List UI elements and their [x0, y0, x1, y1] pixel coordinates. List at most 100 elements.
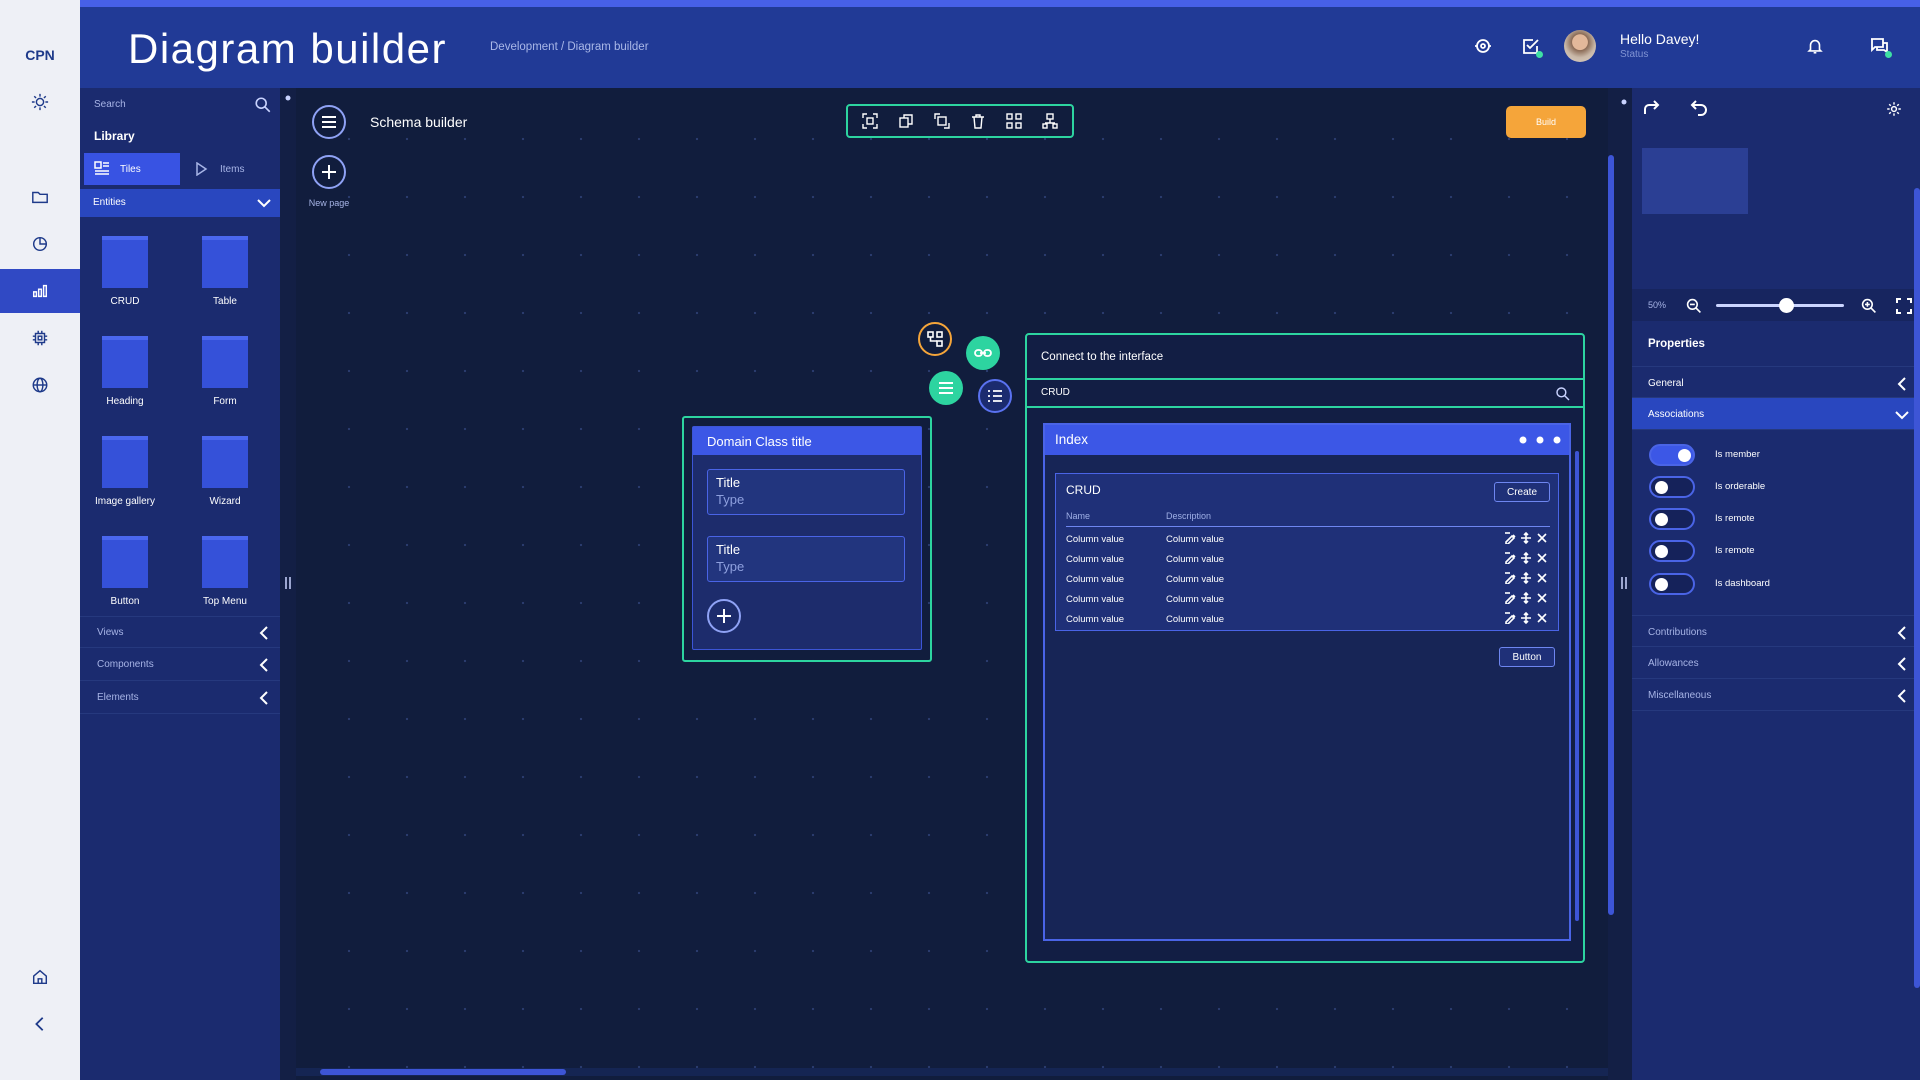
messages-button[interactable] [1866, 33, 1892, 59]
copy-icon[interactable] [898, 113, 914, 129]
table-row[interactable]: Column value Column value [1066, 610, 1550, 630]
build-button[interactable]: Build [1506, 106, 1586, 138]
canvas-vertical-scrollbar[interactable] [1608, 155, 1614, 915]
close-icon[interactable] [1536, 552, 1548, 564]
section-general[interactable]: General [1632, 366, 1920, 398]
edit-icon[interactable] [1504, 612, 1516, 624]
node-link-button[interactable] [966, 336, 1000, 370]
page-menu-button[interactable] [312, 105, 346, 139]
undo-icon[interactable] [1690, 100, 1708, 116]
section-associations[interactable]: Associations [1632, 398, 1920, 430]
delete-icon[interactable] [970, 113, 986, 129]
panel-scrollbar[interactable] [1575, 451, 1579, 921]
edit-icon[interactable] [1504, 552, 1516, 564]
hierarchy-icon[interactable] [1042, 113, 1058, 129]
table-row[interactable]: Column value Column value [1066, 550, 1550, 570]
move-icon[interactable] [1520, 612, 1532, 624]
accordion-elements[interactable]: Elements [80, 682, 280, 714]
search-icon[interactable] [1555, 386, 1571, 402]
node-list-button[interactable] [978, 379, 1012, 413]
canvas-horizontal-scrollbar[interactable] [320, 1069, 566, 1075]
nav-web[interactable] [0, 363, 80, 407]
node-connect-button[interactable] [918, 322, 952, 356]
toggle-switch[interactable] [1649, 573, 1695, 595]
index-view[interactable]: Index CRUD Create Name Description Colum… [1043, 423, 1571, 941]
tile-heading[interactable]: Heading [101, 336, 149, 407]
toggle-switch[interactable] [1649, 508, 1695, 530]
tile-button[interactable]: Button [101, 536, 149, 607]
more-options-icon[interactable] [1519, 436, 1561, 444]
nav-folders[interactable] [0, 175, 80, 219]
nav-reports[interactable] [0, 222, 80, 266]
close-icon[interactable] [1536, 532, 1548, 544]
zoom-out-icon[interactable] [1686, 298, 1702, 314]
group-icon[interactable] [862, 113, 878, 129]
notifications-button[interactable] [1802, 33, 1828, 59]
section-miscellaneous[interactable]: Miscellaneous [1632, 679, 1920, 711]
connect-icon[interactable] [1006, 113, 1022, 129]
move-icon[interactable] [1520, 572, 1532, 584]
tab-items[interactable]: Items [180, 153, 276, 185]
edit-icon[interactable] [1504, 592, 1516, 604]
tile-image-gallery[interactable]: Image gallery [95, 436, 155, 507]
fullscreen-icon[interactable] [1896, 298, 1912, 314]
domain-class-node[interactable]: Domain Class title Title Type Title Type [682, 416, 932, 662]
zoom-in-icon[interactable] [1861, 298, 1877, 314]
connect-search-input[interactable]: CRUD [1027, 378, 1583, 408]
table-row[interactable]: Column value Column value [1066, 590, 1550, 610]
zoom-slider-knob[interactable] [1779, 298, 1795, 313]
collapse-rail-button[interactable] [0, 1002, 80, 1046]
tasks-button[interactable] [1518, 33, 1544, 59]
create-button[interactable]: Create [1494, 482, 1550, 502]
nav-home[interactable] [0, 955, 80, 999]
table-row[interactable]: Column value Column value [1066, 570, 1550, 590]
ungroup-icon[interactable] [934, 113, 950, 129]
accordion-components[interactable]: Components [80, 649, 280, 681]
edit-icon[interactable] [1504, 532, 1516, 544]
edit-icon[interactable] [1504, 572, 1516, 584]
properties-scrollbar[interactable] [1914, 188, 1920, 988]
new-page-button[interactable] [312, 155, 346, 189]
add-field-button[interactable] [707, 599, 741, 633]
diagram-canvas[interactable]: Schema builder New page Build Domain Cla… [296, 88, 1614, 1080]
breadcrumb[interactable]: Development / Diagram builder [490, 41, 649, 53]
node-menu-button[interactable] [929, 371, 963, 405]
pin-icon[interactable] [284, 94, 292, 102]
user-status[interactable]: Status [1620, 49, 1648, 60]
toggle-switch[interactable] [1649, 476, 1695, 498]
close-icon[interactable] [1536, 612, 1548, 624]
search-icon[interactable] [254, 96, 272, 114]
nav-components[interactable] [0, 316, 80, 360]
move-icon[interactable] [1520, 552, 1532, 564]
gear-icon[interactable] [1886, 101, 1902, 117]
minimap-preview[interactable] [1642, 148, 1748, 214]
library-search-input[interactable]: Search [94, 99, 126, 110]
table-row[interactable]: Column value Column value [1066, 530, 1550, 550]
move-icon[interactable] [1520, 592, 1532, 604]
tab-tiles[interactable]: Tiles [84, 153, 180, 185]
tile-table[interactable]: Table [201, 236, 249, 307]
redo-icon[interactable] [1642, 100, 1660, 116]
domain-class-title[interactable]: Domain Class title [693, 427, 921, 455]
pin-icon[interactable] [1620, 98, 1628, 106]
close-icon[interactable] [1536, 592, 1548, 604]
toggle-switch[interactable] [1649, 540, 1695, 562]
entities-section-header[interactable]: Entities [80, 189, 280, 217]
close-icon[interactable] [1536, 572, 1548, 584]
target-button[interactable] [1470, 33, 1496, 59]
drag-handle-icon[interactable] [1619, 576, 1629, 590]
nav-analytics[interactable] [0, 269, 80, 313]
tile-wizard[interactable]: Wizard [201, 436, 249, 507]
left-splitter[interactable] [280, 88, 296, 1080]
theme-toggle-button[interactable] [0, 80, 80, 124]
tile-form[interactable]: Form [201, 336, 249, 407]
accordion-views[interactable]: Views [80, 616, 280, 648]
drag-handle-icon[interactable] [283, 576, 293, 590]
domain-field[interactable]: Title Type [707, 536, 905, 582]
move-icon[interactable] [1520, 532, 1532, 544]
toggle-switch[interactable] [1649, 444, 1695, 466]
domain-field[interactable]: Title Type [707, 469, 905, 515]
avatar[interactable] [1564, 30, 1596, 62]
tile-crud[interactable]: CRUD [101, 236, 149, 307]
section-contributions[interactable]: Contributions [1632, 615, 1920, 647]
